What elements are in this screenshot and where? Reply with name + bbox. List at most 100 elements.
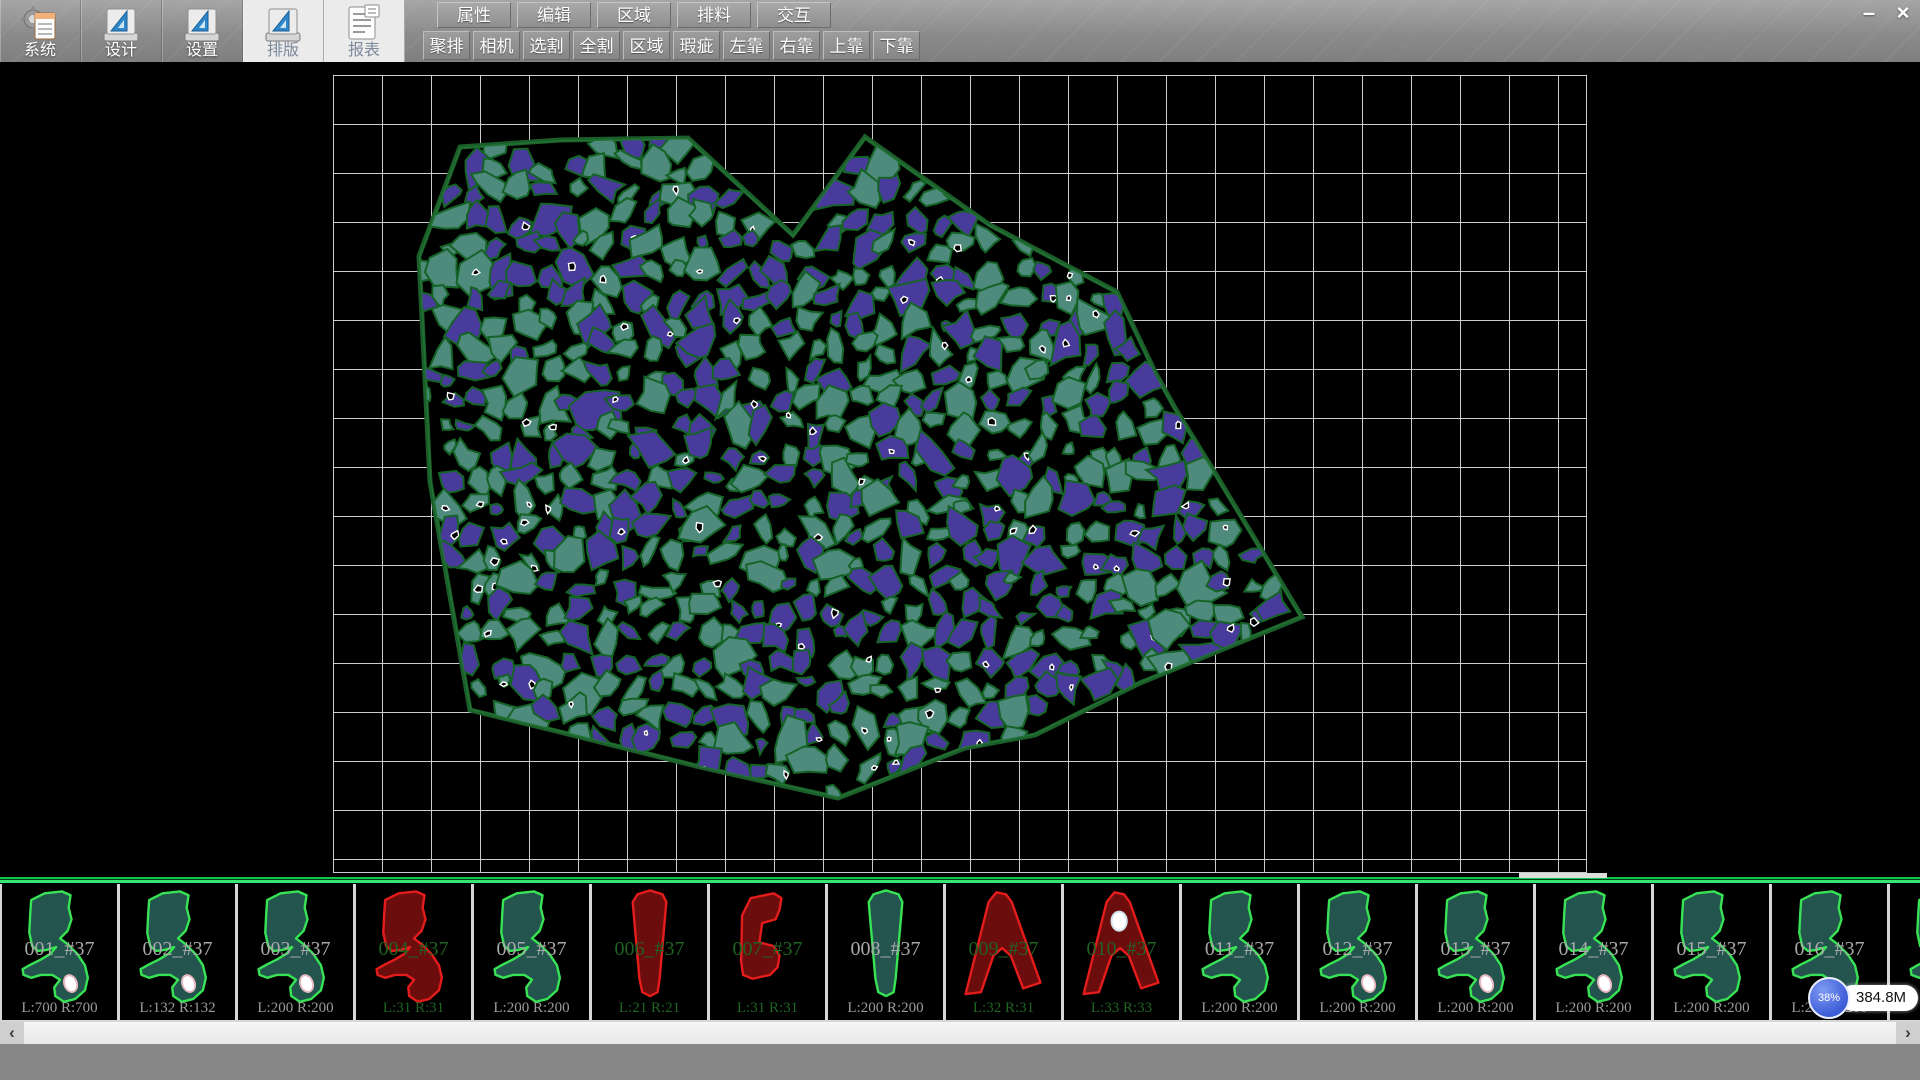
piece-id: 005_#37 <box>474 938 589 961</box>
menu-button-交互[interactable]: 交互 <box>757 2 831 28</box>
piece-lr-count: L:200 R:200 <box>1654 1000 1769 1017</box>
menu-button-右靠[interactable]: 右靠 <box>773 31 820 60</box>
menu-button-瑕疵[interactable]: 瑕疵 <box>673 31 720 60</box>
piece-thumb-001_#37[interactable]: 001_#37 L:700 R:700 <box>2 884 120 1022</box>
piece-thumb-012_#37[interactable]: 012_#37 L:200 R:200 <box>1300 884 1418 1022</box>
menu-button-排料[interactable]: 排料 <box>677 2 751 28</box>
piece-lr-count: L:200 R:200 <box>1300 1000 1415 1017</box>
piece-id: 014_#37 <box>1536 938 1651 961</box>
piece-id: 012_#37 <box>1300 938 1415 961</box>
module-tabs: 系统 设计 设置 排版 报表 <box>0 0 405 62</box>
piece-lr-count: L:200 R:200 <box>238 1000 353 1017</box>
strip-scroll-thumb[interactable] <box>1519 873 1607 878</box>
piece-id: 008_#37 <box>828 938 943 961</box>
menu-button-编辑[interactable]: 编辑 <box>517 2 591 28</box>
menu-button-区域[interactable]: 区域 <box>597 2 671 28</box>
scrollbar-track[interactable] <box>24 1022 1896 1044</box>
report-doc-icon <box>341 1 387 43</box>
menu-button-上靠[interactable]: 上靠 <box>823 31 870 60</box>
menu-bar: 属性编辑区域排料交互 <box>437 2 831 28</box>
strip-separator <box>0 877 1920 884</box>
scroll-right-icon[interactable]: › <box>1896 1022 1920 1044</box>
piece-lr-count: L:200 R:200 <box>474 1000 589 1017</box>
piece-id: 0 <box>1890 938 1920 961</box>
menu-button-左靠[interactable]: 左靠 <box>723 31 770 60</box>
piece-lr-count: L:200 R:200 <box>1182 1000 1297 1017</box>
piece-thumb-015_#37[interactable]: 015_#37 L:200 R:200 <box>1654 884 1772 1022</box>
piece-id: 006_#37 <box>592 938 707 961</box>
piece-thumb-004_#37[interactable]: 004_#37 L:31 R:31 <box>356 884 474 1022</box>
piece-lr-count: L:31 R:31 <box>710 1000 825 1017</box>
piece-lr-count: L:132 R:132 <box>120 1000 235 1017</box>
piece-thumb-005_#37[interactable]: 005_#37 L:200 R:200 <box>474 884 592 1022</box>
piece-thumb-002_#37[interactable]: 002_#37 L:132 R:132 <box>120 884 238 1022</box>
piece-id: 007_#37 <box>710 938 825 961</box>
leather-hide-nest[interactable] <box>0 62 1920 877</box>
nesting-ruler-icon <box>260 1 306 43</box>
piece-hole <box>1111 912 1126 931</box>
piece-lr-count: L:200 R:200 <box>828 1000 943 1017</box>
menu-button-相机[interactable]: 相机 <box>473 31 520 60</box>
piece-id: 011_#37 <box>1182 938 1297 961</box>
menu-button-全割[interactable]: 全割 <box>573 31 620 60</box>
piece-lr-count: L:31 R:31 <box>356 1000 471 1017</box>
memory-value: 384.8M <box>1840 985 1918 1011</box>
piece-id: 013_#37 <box>1418 938 1533 961</box>
tool-bar: 聚排相机选割全割区域瑕疵左靠右靠上靠下靠 <box>423 31 920 60</box>
piece-thumbnail-strip: 001_#37L:700 R:700002_#37L:132 R:132003_… <box>0 877 1920 1022</box>
piece-thumb-007_#37[interactable]: 007_#37 L:31 R:31 <box>710 884 828 1022</box>
menu-button-属性[interactable]: 属性 <box>437 2 511 28</box>
tab-报表[interactable]: 报表 <box>324 0 405 62</box>
nesting-canvas[interactable] <box>0 62 1920 877</box>
piece-lr-count: L:21 R:21 <box>592 1000 707 1017</box>
menu-button-聚排[interactable]: 聚排 <box>423 31 470 60</box>
tab-排版[interactable]: 排版 <box>243 0 324 62</box>
piece-id: 009_#37 <box>946 938 1061 961</box>
piece-thumb-009_#37[interactable]: 009_#37 L:32 R:31 <box>946 884 1064 1022</box>
progress-circle-icon: 38% <box>1808 977 1850 1019</box>
piece-thumbnail-cells: 001_#37L:700 R:700002_#37L:132 R:132003_… <box>0 884 1920 1022</box>
menu-button-下靠[interactable]: 下靠 <box>873 31 920 60</box>
close-button[interactable]: × <box>1888 1 1918 27</box>
piece-lr-count: L:200 R:200 <box>1536 1000 1651 1017</box>
menu-button-选割[interactable]: 选割 <box>523 31 570 60</box>
piece-thumb-010_#37[interactable]: 010_#37 L:33 R:33 <box>1064 884 1182 1022</box>
tab-系统[interactable]: 系统 <box>0 0 81 62</box>
piece-lr-count: L:33 R:33 <box>1064 1000 1179 1017</box>
window-bottom-edge <box>0 1044 1920 1080</box>
window-controls: – × <box>1854 1 1918 27</box>
piece-id: 016_#37 <box>1772 938 1887 961</box>
piece-id: 010_#37 <box>1064 938 1179 961</box>
piece-lr-count: L:200 R:200 <box>1418 1000 1533 1017</box>
piece-thumb-008_#37[interactable]: 008_#37 L:200 R:200 <box>828 884 946 1022</box>
piece-thumb-011_#37[interactable]: 011_#37 L:200 R:200 <box>1182 884 1300 1022</box>
tab-设计[interactable]: 设计 <box>81 0 162 62</box>
piece-id: 004_#37 <box>356 938 471 961</box>
nesting-app-window: 系统设计设置排版报表 属性编辑区域排料交互 聚排相机选割全割区域瑕疵左靠右靠上靠… <box>0 0 1920 1080</box>
tab-label: 设置 <box>186 43 218 59</box>
piece-thumb-003_#37[interactable]: 003_#37 L:200 R:200 <box>238 884 356 1022</box>
tab-label: 设计 <box>105 43 137 59</box>
piece-id: 015_#37 <box>1654 938 1769 961</box>
tab-label: 排版 <box>267 43 299 59</box>
piece-thumb-006_#37[interactable]: 006_#37 L:21 R:21 <box>592 884 710 1022</box>
toolbar: 系统设计设置排版报表 属性编辑区域排料交互 聚排相机选割全割区域瑕疵左靠右靠上靠… <box>0 0 1920 62</box>
design-ruler-icon <box>98 1 144 43</box>
piece-id: 002_#37 <box>120 938 235 961</box>
piece-id: 001_#37 <box>2 938 117 961</box>
settings-ruler-icon <box>179 1 225 43</box>
piece-thumb-014_#37[interactable]: 014_#37 L:200 R:200 <box>1536 884 1654 1022</box>
minimize-button[interactable]: – <box>1854 1 1884 27</box>
piece-thumb-013_#37[interactable]: 013_#37 L:200 R:200 <box>1418 884 1536 1022</box>
tab-设置[interactable]: 设置 <box>162 0 243 62</box>
menu-button-区域[interactable]: 区域 <box>623 31 670 60</box>
piece-lr-count: L:700 R:700 <box>2 1000 117 1017</box>
tab-label: 报表 <box>348 43 380 59</box>
system-gear-icon <box>17 1 63 43</box>
horizontal-scrollbar[interactable]: ‹ › <box>0 1022 1920 1044</box>
piece-id: 003_#37 <box>238 938 353 961</box>
scroll-left-icon[interactable]: ‹ <box>0 1022 24 1044</box>
memory-badge: 38% 384.8M <box>1808 977 1918 1019</box>
piece-lr-count: L:32 R:31 <box>946 1000 1061 1017</box>
tab-label: 系统 <box>24 43 56 59</box>
